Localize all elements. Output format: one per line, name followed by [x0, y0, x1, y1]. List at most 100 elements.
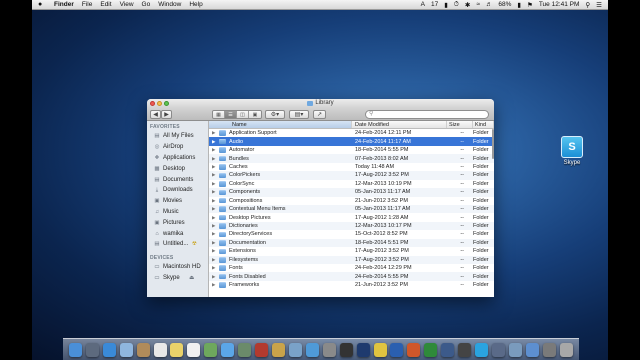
file-row[interactable]: ▶ Filesystems 17-Aug-2012 3:52 PM -- Folder — [209, 255, 494, 264]
disclosure-triangle-icon[interactable]: ▶ — [209, 189, 217, 195]
search-input[interactable] — [375, 111, 476, 117]
file-row[interactable]: ▶ Fonts 24-Feb-2014 12:29 PM -- Folder — [209, 264, 494, 272]
battery-percent[interactable]: 68% — [498, 1, 511, 8]
skype-icon[interactable] — [475, 343, 489, 357]
disclosure-triangle-icon[interactable]: ▶ — [209, 156, 217, 162]
safari-icon[interactable] — [102, 343, 116, 357]
quicktime-icon[interactable] — [441, 343, 455, 357]
excel-icon[interactable] — [424, 343, 438, 357]
menu-view[interactable]: View — [120, 1, 134, 8]
spotlight-icon[interactable]: ⚲ — [585, 1, 590, 9]
finder-icon[interactable] — [68, 343, 82, 357]
menu-finder[interactable]: Finder — [54, 1, 74, 8]
disclosure-triangle-icon[interactable]: ▶ — [209, 248, 217, 254]
trash-icon[interactable] — [559, 343, 573, 357]
file-row[interactable]: ▶ Bundles 07-Feb-2013 8:02 AM -- Folder — [209, 154, 494, 163]
system-preferences-icon[interactable] — [322, 343, 336, 357]
file-row[interactable]: ▶ Fonts Disabled 24-Feb-2014 5:55 PM -- Fold… — [209, 272, 494, 281]
reminders-icon[interactable] — [187, 343, 201, 357]
share-button[interactable]: ↗ — [313, 110, 326, 119]
file-row[interactable]: ▶ Dictionaries 12-Mar-2013 10:17 PM -- Folde… — [209, 221, 494, 231]
contacts-icon[interactable] — [136, 343, 150, 357]
desktop-skype-icon[interactable]: S Skype — [555, 136, 589, 166]
sidebar-item-all-my-files[interactable]: ▤ All My Files — [147, 131, 208, 142]
disclosure-triangle-icon[interactable]: ▶ — [209, 181, 217, 187]
sidebar-item-downloads[interactable]: ⤓ Downloads — [147, 185, 208, 196]
sidebar-item-desktop[interactable]: ▩ Desktop — [147, 163, 208, 174]
sidebar-item-pictures[interactable]: ▣ Pictures — [147, 217, 208, 228]
icon-view-button[interactable]: ▦ — [213, 111, 225, 118]
preview-icon[interactable] — [508, 343, 522, 357]
maps-icon[interactable] — [204, 343, 218, 357]
disclosure-triangle-icon[interactable]: ▶ — [209, 130, 217, 136]
file-row[interactable]: ▶ Application Support 24-Feb-2014 12:11 PM… — [209, 129, 494, 137]
calendar-icon[interactable] — [153, 343, 167, 357]
file-row[interactable]: ▶ Components 05-Jan-2013 11:17 AM -- Folder — [209, 188, 494, 197]
menu-help[interactable]: Help — [189, 1, 202, 8]
menu-edit[interactable]: Edit — [100, 1, 111, 8]
forward-button[interactable]: ▶ — [161, 110, 172, 119]
menu-go[interactable]: Go — [142, 1, 151, 8]
disclosure-triangle-icon[interactable]: ▶ — [209, 231, 217, 237]
menu-window[interactable]: Window — [158, 1, 181, 8]
file-row[interactable]: ▶ Compositions 21-Jun-2012 3:52 PM -- Folder — [209, 197, 494, 205]
file-row[interactable]: ▶ Frameworks 21-Jun-2012 3:52 PM -- Folder — [209, 281, 494, 289]
downloads-stack-icon[interactable] — [542, 343, 556, 357]
burn-icon[interactable]: ☢ — [191, 241, 197, 247]
clock[interactable]: Tue 12:41 PM — [539, 1, 580, 8]
action-menu-button[interactable]: ⚙▾ — [265, 110, 285, 119]
disclosure-triangle-icon[interactable]: ▶ — [209, 147, 217, 153]
disclosure-triangle-icon[interactable]: ▶ — [209, 172, 217, 178]
coverflow-view-button[interactable]: ▣ — [249, 111, 261, 118]
back-button[interactable]: ◀ — [150, 110, 161, 119]
column-header-date[interactable]: Date Modified — [352, 121, 447, 128]
disclosure-triangle-icon[interactable]: ▶ — [209, 198, 217, 204]
column-header-kind[interactable]: Kind — [473, 121, 494, 128]
disclosure-triangle-icon[interactable]: ▶ — [209, 206, 217, 212]
window-titlebar[interactable]: Library — [147, 99, 494, 108]
zoom-button[interactable] — [164, 101, 169, 106]
messages-icon[interactable] — [221, 343, 235, 357]
menu-file[interactable]: File — [82, 1, 92, 8]
notification-center-icon[interactable]: ☰ — [596, 1, 602, 9]
file-row[interactable]: ▶ ColorPickers 17-Aug-2012 3:52 PM -- Folder — [209, 171, 494, 180]
sidebar-item-movies[interactable]: ▣ Movies — [147, 196, 208, 207]
disclosure-triangle-icon[interactable]: ▶ — [209, 240, 217, 246]
sidebar-item-untitled[interactable]: ▤ Untitled... ☢ — [147, 239, 208, 250]
status-number[interactable]: 17 — [431, 1, 438, 8]
search-field[interactable]: ⚲ — [365, 110, 489, 119]
file-row[interactable]: ▶ Extensions 17-Aug-2012 3:52 PM -- Folder — [209, 247, 494, 255]
iphoto-icon[interactable] — [288, 343, 302, 357]
disclosure-triangle-icon[interactable]: ▶ — [209, 265, 217, 271]
file-row[interactable]: ▶ Desktop Pictures 17-Aug-2012 1:28 AM -- Fo… — [209, 213, 494, 221]
disclosure-triangle-icon[interactable]: ▶ — [209, 215, 217, 221]
photoshop-icon[interactable] — [356, 343, 370, 357]
mail-icon[interactable] — [119, 343, 133, 357]
clapper-icon[interactable] — [458, 343, 472, 357]
word-icon[interactable] — [390, 343, 404, 357]
close-button[interactable] — [150, 101, 155, 106]
column-header-size[interactable]: Size — [447, 121, 473, 128]
launchpad-icon[interactable] — [85, 343, 99, 357]
minimize-button[interactable] — [157, 101, 162, 106]
photo-booth-icon[interactable] — [255, 343, 269, 357]
itunes-icon[interactable] — [272, 343, 286, 357]
sidebar-item-skype[interactable]: ▭ Skype ⏏ — [147, 273, 208, 284]
file-row[interactable]: ▶ Audio 24-Feb-2014 11:17 AM -- Folder — [209, 137, 494, 146]
disclosure-triangle-icon[interactable]: ▶ — [209, 274, 217, 280]
file-row[interactable]: ▶ ColorSync 12-Mar-2013 10:19 PM -- Folder — [209, 180, 494, 188]
sidebar-item-wamika[interactable]: ⌂ wamika — [147, 228, 208, 239]
volume-icon[interactable]: ♬ — [486, 1, 493, 8]
notes-icon[interactable] — [170, 343, 184, 357]
app-store-icon[interactable] — [305, 343, 319, 357]
column-view-button[interactable]: ◫ — [237, 111, 249, 118]
vertical-scrollbar[interactable] — [492, 129, 494, 159]
timemachine-icon[interactable]: ⏱ — [454, 1, 459, 9]
flag-icon[interactable]: ⚑ — [527, 1, 533, 9]
apple-icon[interactable]: ● — [38, 1, 48, 8]
file-row[interactable]: ▶ Contextual Menu Items 05-Jan-2013 11:17 … — [209, 204, 494, 214]
list-view-button[interactable]: ☰ — [225, 111, 237, 118]
facetime-icon[interactable] — [238, 343, 252, 357]
sidebar-item-documents[interactable]: ▤ Documents — [147, 174, 208, 185]
disclosure-triangle-icon[interactable]: ▶ — [209, 257, 217, 263]
